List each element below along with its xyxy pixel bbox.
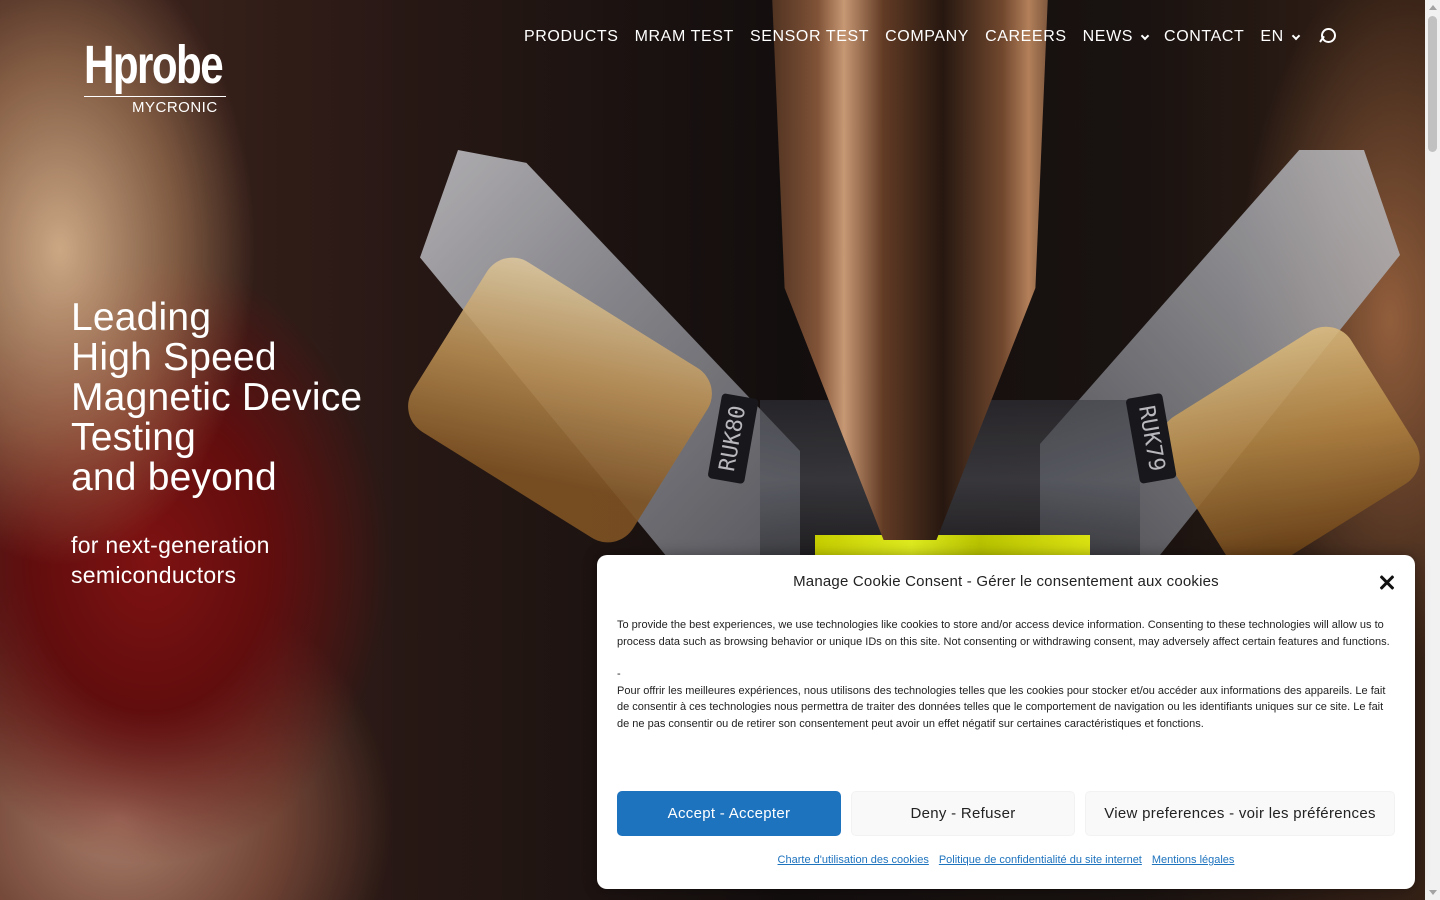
cookie-button-row: Accept - Accepter Deny - Refuser View pr… [617,791,1395,836]
logo-subbrand: MYCRONIC [132,99,218,116]
headline-line: Leading [71,296,212,339]
headline-line: and beyond [71,456,277,499]
scrollbar-thumb[interactable] [1428,16,1437,152]
search-icon[interactable] [1319,28,1337,46]
legal-notice-link[interactable]: Mentions légales [1152,854,1235,866]
nav-item-news[interactable]: NEWS [1075,28,1156,46]
hero-headline: Leading High Speed Magnetic Device Testi… [71,298,362,498]
hero-subheadline: for next-generation semiconductors [71,530,270,590]
deny-button[interactable]: Deny - Refuser [851,791,1075,836]
logo-wordmark: Hprobe [84,35,224,95]
nav-item-careers[interactable]: CAREERS [977,28,1075,46]
scroll-up-arrow-icon[interactable] [1429,5,1437,10]
chevron-down-icon [1140,31,1150,40]
headline-line: High Speed [71,336,277,379]
nav-item-label: COMPANY [885,28,970,45]
nav-item-sensor-test[interactable]: SENSOR TEST [742,28,877,46]
view-preferences-button[interactable]: View preferences - voir les préférences [1085,791,1395,836]
nav-item-label: MRAM TEST [634,28,734,45]
nav-item-label: NEWS [1082,28,1134,45]
headline-line: Magnetic Device [71,376,363,419]
privacy-policy-link[interactable]: Politique de confidentialité du site int… [939,854,1142,866]
main-navigation: PRODUCTS MRAM TEST SENSOR TEST COMPANY C… [516,24,1337,50]
nav-item-contact[interactable]: CONTACT [1156,28,1252,46]
subheadline-line: semiconductors [71,562,237,588]
nav-item-products[interactable]: PRODUCTS [516,28,627,46]
chevron-down-icon [1291,31,1301,40]
accept-button[interactable]: Accept - Accepter [617,791,841,836]
site-logo[interactable]: Hprobe MYCRONIC [84,38,261,116]
page-scrollbar[interactable] [1425,0,1440,900]
cookie-text-english: To provide the best experiences, we use … [617,619,1390,648]
cookie-policy-links: Charte d'utilisation des cookies Politiq… [597,854,1415,866]
nav-item-label: PRODUCTS [524,28,619,45]
close-icon[interactable] [1379,575,1395,591]
cookie-text-french: Pour offrir les meilleures expériences, … [617,684,1386,730]
scroll-down-arrow-icon[interactable] [1429,890,1437,895]
nav-item-label: CONTACT [1164,28,1245,45]
cookie-dialog-title: Manage Cookie Consent - Gérer le consent… [793,573,1219,590]
cookie-consent-dialog: Manage Cookie Consent - Gérer le consent… [597,555,1415,889]
nav-item-label: CAREERS [985,28,1067,45]
headline-line: Testing [71,416,196,459]
cookie-dialog-body: To provide the best experiences, we use … [617,617,1395,732]
nav-item-mram-test[interactable]: MRAM TEST [627,28,742,46]
cookie-text-separator: - [617,668,621,680]
nav-item-label: SENSOR TEST [749,28,870,45]
logo-divider [84,96,226,97]
subheadline-line: for next-generation [71,532,270,558]
nav-item-company[interactable]: COMPANY [877,28,977,46]
cookie-policy-link[interactable]: Charte d'utilisation des cookies [778,854,929,866]
language-switcher[interactable]: EN [1252,28,1306,46]
language-label: EN [1260,28,1284,45]
